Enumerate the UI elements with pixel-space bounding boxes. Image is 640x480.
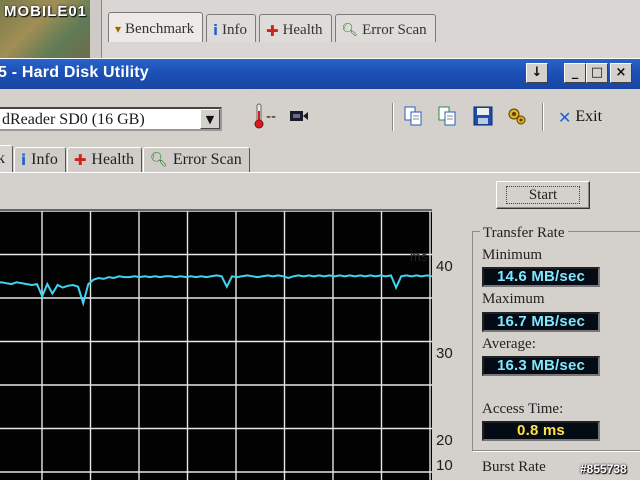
y-tick-label: 10 bbox=[436, 457, 453, 474]
toolbar-separator bbox=[392, 103, 394, 131]
window-title: 5 - Hard Disk Utility bbox=[0, 64, 149, 81]
benchmark-chart bbox=[0, 209, 480, 480]
maximum-value: 16.7 MB/sec bbox=[482, 312, 600, 332]
tab-health[interactable]: ✚ Health bbox=[66, 147, 143, 172]
close-icon: ✕ bbox=[558, 107, 572, 127]
title-bar[interactable]: 5 - Hard Disk Utility ↓ _ □ × bbox=[0, 59, 640, 89]
drive-select-value: dReader SD0 (16 GB) bbox=[2, 111, 145, 128]
tab-divider bbox=[0, 172, 640, 173]
exit-button[interactable]: ✕ Exit bbox=[558, 105, 602, 129]
average-value: 16.3 MB/sec bbox=[482, 356, 600, 376]
exit-label: Exit bbox=[575, 108, 603, 125]
health-cross-icon: ✚ bbox=[73, 151, 87, 169]
benchmark-chart-svg bbox=[0, 210, 480, 480]
start-button[interactable]: Start bbox=[496, 181, 590, 209]
y-axis-unit-label: ms bbox=[410, 249, 428, 264]
magnifier-icon: 🔍︎ bbox=[150, 152, 168, 168]
copy-all-icon[interactable] bbox=[434, 103, 460, 129]
toolbar-separator bbox=[542, 103, 544, 131]
watermark-logo: MOBILE01 bbox=[4, 3, 88, 20]
start-label: Start bbox=[505, 186, 581, 204]
options-icon[interactable] bbox=[504, 103, 530, 129]
background-window-frame bbox=[90, 0, 102, 58]
minimum-value: 14.6 MB/sec bbox=[482, 267, 600, 287]
average-label: Average: bbox=[482, 336, 536, 352]
tab-info[interactable]: i Info bbox=[14, 147, 66, 172]
background-tab-info[interactable]: i Info bbox=[206, 14, 256, 42]
access-time-label: Access Time: bbox=[482, 401, 564, 417]
close-button[interactable]: × bbox=[610, 63, 632, 83]
maximize-button[interactable]: □ bbox=[586, 63, 608, 83]
tab-label: Benchmark bbox=[125, 21, 195, 37]
tab-label: Health bbox=[91, 151, 135, 168]
save-icon[interactable] bbox=[470, 103, 496, 129]
background-tab-benchmark[interactable]: ▾ Benchmark bbox=[108, 12, 204, 42]
tab-bar: k i Info ✚ Health 🔍︎ Error Scan bbox=[0, 145, 251, 173]
tab-label: Error Scan bbox=[362, 22, 427, 38]
tab-error-scan[interactable]: 🔍︎ Error Scan bbox=[143, 147, 250, 172]
hard-disk-utility-window: 5 - Hard Disk Utility ↓ _ □ × dReader SD… bbox=[0, 58, 640, 480]
background-tab-health[interactable]: ✚ Health bbox=[258, 14, 332, 42]
burst-rate-label: Burst Rate bbox=[482, 459, 546, 475]
magnifier-icon: 🔍︎ bbox=[341, 23, 359, 38]
info-icon: i bbox=[21, 151, 27, 169]
y-tick-label: 20 bbox=[436, 432, 453, 449]
temperature-value: -- bbox=[266, 109, 277, 125]
transfer-rate-title: Transfer Rate bbox=[480, 225, 568, 242]
copy-icon[interactable] bbox=[400, 103, 426, 129]
minimize-button[interactable]: _ bbox=[564, 63, 586, 83]
tab-label: Info bbox=[221, 22, 247, 38]
chevron-down-icon[interactable]: ▼ bbox=[200, 109, 220, 129]
info-icon: i bbox=[213, 22, 218, 39]
tab-label: Info bbox=[31, 151, 58, 168]
watermark-id: #855738 bbox=[580, 462, 627, 476]
drive-select[interactable]: dReader SD0 (16 GB) ▼ bbox=[0, 107, 222, 131]
tab-label: k bbox=[0, 150, 5, 167]
health-cross-icon: ✚ bbox=[265, 21, 279, 40]
benchmark-icon: ▾ bbox=[115, 22, 122, 36]
y-tick-label: 30 bbox=[436, 345, 453, 362]
background-tab-bar: ▾ Benchmark i Info ✚ Health 🔍︎ Error Sca… bbox=[108, 12, 439, 44]
tab-label: Error Scan bbox=[172, 151, 242, 168]
access-time-series-line bbox=[0, 274, 433, 307]
y-tick-label: 40 bbox=[436, 258, 453, 275]
background-tab-error-scan[interactable]: 🔍︎ Error Scan bbox=[334, 14, 436, 42]
drive-health-icon bbox=[286, 103, 312, 129]
tab-benchmark[interactable]: k bbox=[0, 145, 13, 172]
minimum-label: Minimum bbox=[482, 247, 543, 263]
maximum-label: Maximum bbox=[482, 291, 545, 307]
tab-label: Health bbox=[282, 22, 323, 38]
access-time-value: 0.8 ms bbox=[482, 421, 600, 441]
dropdown-window-button[interactable]: ↓ bbox=[526, 63, 548, 83]
